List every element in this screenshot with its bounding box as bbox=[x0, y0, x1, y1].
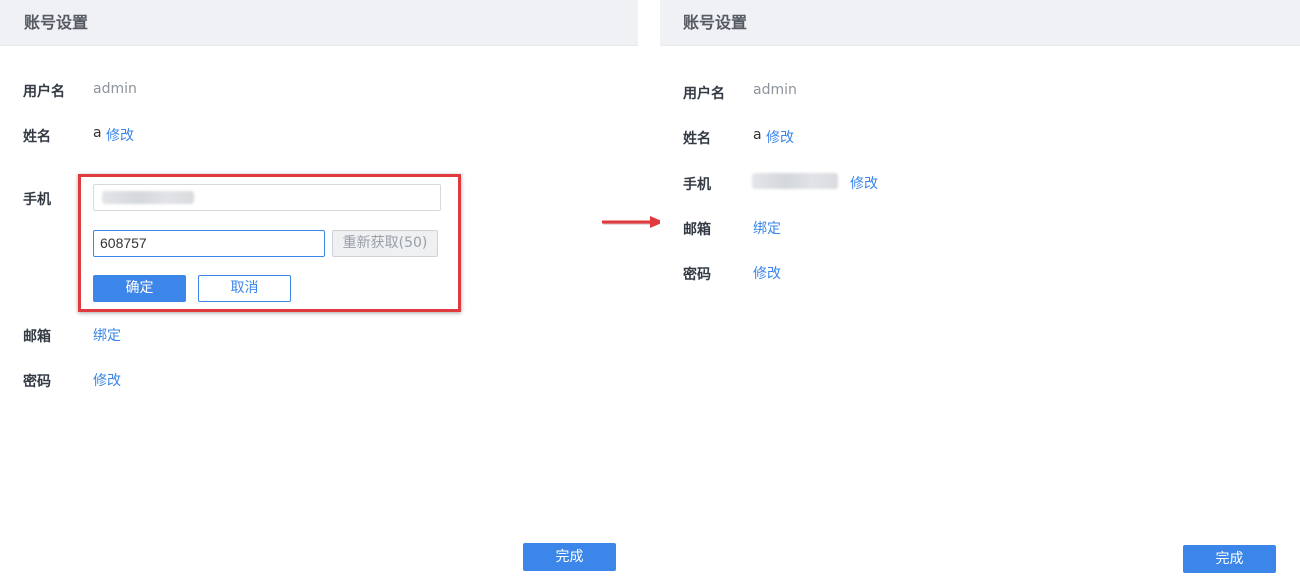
page-title: 账号设置 bbox=[0, 0, 638, 46]
username-value: admin bbox=[93, 81, 137, 97]
email-bind-link[interactable]: 绑定 bbox=[753, 218, 781, 238]
username-label: 用户名 bbox=[683, 86, 725, 102]
done-button[interactable]: 完成 bbox=[1183, 545, 1276, 573]
phone-edit-link[interactable]: 修改 bbox=[850, 173, 878, 193]
phone-label: 手机 bbox=[683, 177, 711, 193]
done-button[interactable]: 完成 bbox=[523, 543, 616, 571]
name-edit-link[interactable]: 修改 bbox=[766, 127, 794, 147]
email-bind-link[interactable]: 绑定 bbox=[93, 325, 121, 345]
password-label: 密码 bbox=[683, 267, 711, 283]
account-settings-panel-before: 账号设置 用户名 admin 姓名 a 修改 手机 608757 重新获取(50… bbox=[0, 0, 640, 582]
name-label: 姓名 bbox=[23, 129, 51, 145]
name-edit-link[interactable]: 修改 bbox=[106, 125, 134, 145]
username-value: admin bbox=[753, 82, 797, 98]
right-arrow-icon bbox=[602, 216, 664, 228]
name-value: a bbox=[93, 125, 102, 141]
email-label: 邮箱 bbox=[683, 222, 711, 238]
resend-code-button[interactable]: 重新获取(50) bbox=[332, 230, 438, 257]
phone-label: 手机 bbox=[23, 192, 51, 208]
confirm-button[interactable]: 确定 bbox=[93, 275, 186, 302]
blurred-phone-number bbox=[102, 191, 194, 204]
cancel-button[interactable]: 取消 bbox=[198, 275, 291, 302]
password-edit-link[interactable]: 修改 bbox=[753, 263, 781, 283]
blurred-phone-number bbox=[752, 173, 838, 189]
phone-input[interactable] bbox=[93, 184, 441, 211]
email-label: 邮箱 bbox=[23, 329, 51, 345]
name-label: 姓名 bbox=[683, 131, 711, 147]
verification-code-input[interactable]: 608757 bbox=[93, 230, 325, 257]
page-title: 账号设置 bbox=[660, 0, 1300, 46]
username-label: 用户名 bbox=[23, 84, 65, 100]
password-label: 密码 bbox=[23, 374, 51, 390]
account-settings-panel-after: 账号设置 用户名 admin 姓名 a 修改 手机 修改 邮箱 绑定 密码 修改… bbox=[660, 0, 1300, 582]
name-value: a bbox=[753, 127, 762, 143]
password-edit-link[interactable]: 修改 bbox=[93, 370, 121, 390]
